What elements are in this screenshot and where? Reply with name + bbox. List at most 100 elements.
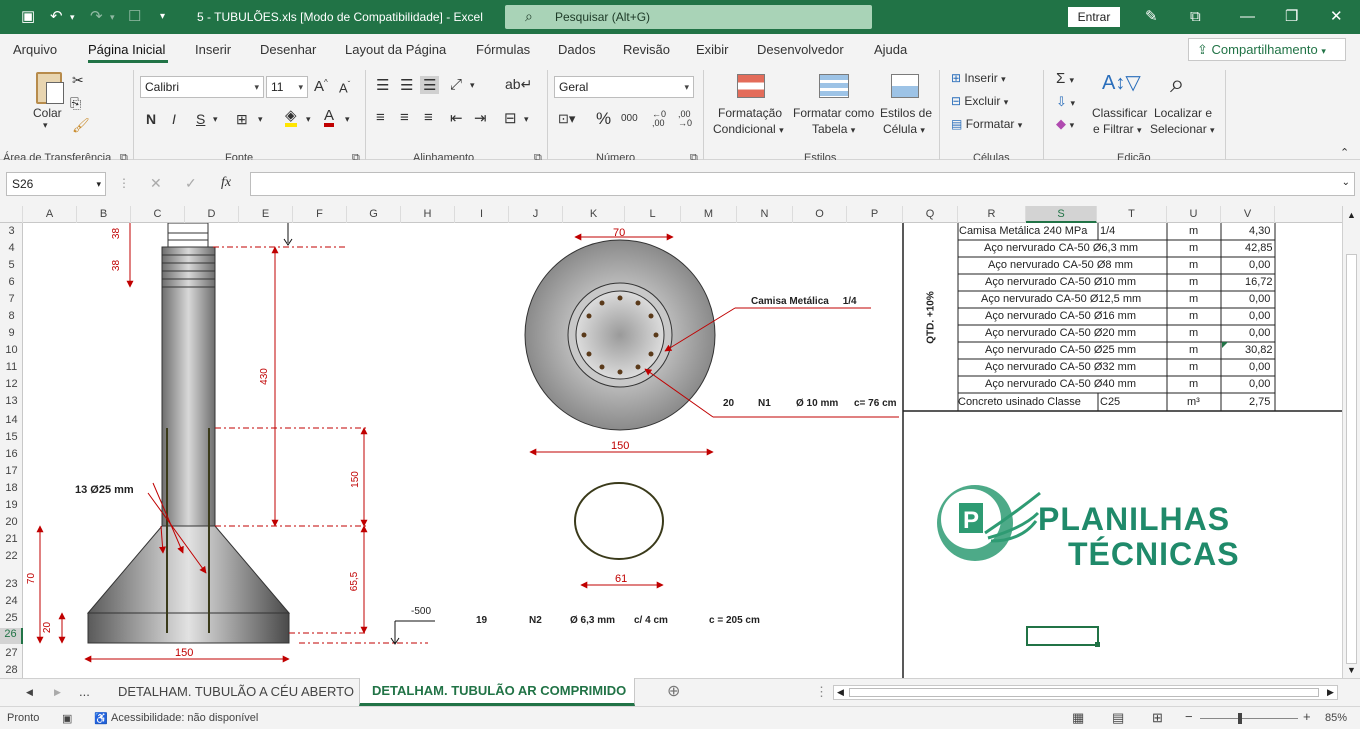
- hscroll-thumb[interactable]: [849, 688, 1319, 697]
- sort-filter-label-2[interactable]: e Filtrar ▾: [1093, 122, 1142, 136]
- tab-formulas[interactable]: Fórmulas: [476, 42, 530, 57]
- normal-view-icon[interactable]: ▦: [1072, 710, 1084, 726]
- accessibility-status[interactable]: Acessibilidade: não disponível: [111, 712, 258, 724]
- column-header[interactable]: O: [793, 206, 847, 223]
- delete-cells-button[interactable]: ⊟ Excluir ▾: [951, 94, 1008, 108]
- enter-icon[interactable]: ✓: [185, 175, 197, 192]
- minimize-icon[interactable]: —: [1240, 9, 1255, 25]
- accounting-icon[interactable]: ⊡▾: [558, 111, 575, 127]
- font-color-dropdown-icon[interactable]: ▾: [345, 114, 350, 125]
- row-header[interactable]: 19: [0, 499, 23, 511]
- cancel-icon[interactable]: ✕: [150, 175, 162, 192]
- table-row-value[interactable]: 0,00: [1249, 291, 1270, 308]
- borders-icon[interactable]: ⊞: [236, 111, 248, 128]
- tab-dados[interactable]: Dados: [558, 42, 596, 57]
- macro-record-icon[interactable]: ▣: [62, 712, 72, 725]
- find-select-icon[interactable]: ⌕: [1170, 68, 1185, 100]
- copy-icon[interactable]: ⎘: [70, 95, 81, 112]
- font-size-select[interactable]: 11 ▾: [266, 76, 308, 98]
- table-row-unit[interactable]: m: [1189, 291, 1198, 308]
- scroll-left-icon[interactable]: ◀: [837, 687, 844, 698]
- paste-dropdown-icon[interactable]: ▾: [43, 120, 48, 131]
- row-header[interactable]: 5: [0, 259, 23, 271]
- row-header[interactable]: 20: [0, 516, 23, 528]
- tab-scroll-left-icon[interactable]: ◀: [26, 679, 33, 706]
- find-select-label-1[interactable]: Localizar e: [1154, 106, 1212, 120]
- zoom-slider-thumb[interactable]: [1238, 713, 1242, 724]
- table-row-value[interactable]: 30,82: [1245, 342, 1273, 359]
- font-color-icon[interactable]: A: [324, 108, 335, 127]
- row-header[interactable]: 13: [0, 395, 23, 407]
- table-row-unit[interactable]: m: [1189, 257, 1198, 274]
- row-header[interactable]: 24: [0, 595, 23, 607]
- row-header[interactable]: 12: [0, 378, 23, 390]
- sort-filter-icon[interactable]: A↕▽: [1102, 70, 1141, 95]
- find-select-label-2[interactable]: Selecionar ▾: [1150, 122, 1215, 136]
- row-header-selected[interactable]: 26: [0, 628, 23, 644]
- column-header[interactable]: L: [625, 206, 681, 223]
- tab-ajuda[interactable]: Ajuda: [874, 42, 907, 57]
- column-header-selected[interactable]: S: [1026, 206, 1097, 223]
- table-row-desc[interactable]: Aço nervurado CA-50 Ø40 mm: [985, 376, 1136, 393]
- underline-dropdown-icon[interactable]: ▾: [213, 114, 218, 125]
- row-header[interactable]: 17: [0, 465, 23, 477]
- table-row-unit[interactable]: m: [1189, 308, 1198, 325]
- accessibility-icon[interactable]: ♿: [94, 712, 108, 725]
- table-row-unit[interactable]: m: [1189, 376, 1198, 393]
- table-row-value[interactable]: 42,85: [1245, 240, 1273, 257]
- orientation-icon[interactable]: ⤢: [450, 76, 462, 93]
- fill-icon[interactable]: ⇩ ▾: [1056, 94, 1075, 110]
- undo-icon[interactable]: ↶: [50, 9, 63, 25]
- redo-dropdown-icon[interactable]: ▾: [110, 9, 115, 25]
- save-icon[interactable]: ▣: [21, 9, 35, 25]
- align-top-icon[interactable]: ☰: [376, 76, 389, 94]
- align-right-icon[interactable]: ≡: [424, 109, 433, 126]
- table-row-desc[interactable]: Aço nervurado CA-50 Ø20 mm: [985, 325, 1136, 342]
- undo-dropdown-icon[interactable]: ▾: [70, 9, 75, 25]
- table-row-desc[interactable]: Aço nervurado CA-50 Ø6,3 mm: [984, 240, 1138, 257]
- align-middle-icon[interactable]: ☰: [400, 76, 413, 94]
- fill-color-icon[interactable]: ◈: [285, 108, 297, 127]
- row-header[interactable]: 27: [0, 647, 23, 659]
- increase-decimal-icon[interactable]: ←0,00: [652, 110, 666, 128]
- orientation-dropdown-icon[interactable]: ▾: [470, 80, 475, 91]
- column-header[interactable]: J: [509, 206, 563, 223]
- column-header[interactable]: C: [131, 206, 185, 223]
- row-header[interactable]: 28: [0, 664, 23, 676]
- sheet-tab-ceu-aberto[interactable]: DETALHAM. TUBULÃO A CÉU ABERTO: [118, 679, 354, 706]
- merge-center-icon[interactable]: ⊟: [504, 109, 517, 127]
- tab-exibir[interactable]: Exibir: [696, 42, 729, 57]
- format-painter-icon[interactable]: 🖌: [72, 117, 90, 134]
- column-header[interactable]: U: [1167, 206, 1221, 223]
- row-header[interactable]: 7: [0, 293, 23, 305]
- touch-mode-icon[interactable]: ☐: [128, 9, 141, 25]
- column-header[interactable]: F: [293, 206, 347, 223]
- row-header[interactable]: 4: [0, 242, 23, 254]
- table-row-value[interactable]: 16,72: [1245, 274, 1273, 291]
- cell-styles-label-2[interactable]: Célula ▾: [883, 122, 925, 136]
- table-row-unit[interactable]: m: [1189, 359, 1198, 376]
- conditional-format-label-1[interactable]: Formatação: [718, 106, 782, 120]
- grow-font-icon[interactable]: A^: [314, 78, 328, 95]
- clear-icon[interactable]: ◆ ▾: [1056, 116, 1074, 132]
- row-header[interactable]: 21: [0, 533, 23, 545]
- column-header[interactable]: T: [1097, 206, 1167, 223]
- expand-formula-icon[interactable]: ⌄: [1342, 177, 1350, 188]
- tab-desenhar[interactable]: Desenhar: [260, 42, 316, 57]
- column-header[interactable]: E: [239, 206, 293, 223]
- number-format-select[interactable]: Geral ▾: [554, 76, 694, 98]
- column-header[interactable]: M: [681, 206, 737, 223]
- zoom-slider[interactable]: [1200, 718, 1298, 719]
- cell-styles-label-1[interactable]: Estilos de: [880, 106, 932, 120]
- table-row-value[interactable]: 4,30: [1249, 223, 1270, 240]
- formula-input[interactable]: ⌄: [250, 172, 1355, 196]
- row-header[interactable]: 15: [0, 431, 23, 443]
- column-header[interactable]: P: [847, 206, 903, 223]
- column-header[interactable]: V: [1221, 206, 1275, 223]
- page-break-icon[interactable]: ⊞: [1152, 710, 1163, 726]
- scroll-down-icon[interactable]: ▼: [1347, 665, 1356, 675]
- table-row-desc[interactable]: Aço nervurado CA-50 Ø32 mm: [985, 359, 1136, 376]
- table-row-desc[interactable]: Aço nervurado CA-50 Ø12,5 mm: [981, 291, 1141, 308]
- table-row-unit[interactable]: m: [1189, 223, 1198, 240]
- more-tabs-button[interactable]: ...: [79, 679, 90, 706]
